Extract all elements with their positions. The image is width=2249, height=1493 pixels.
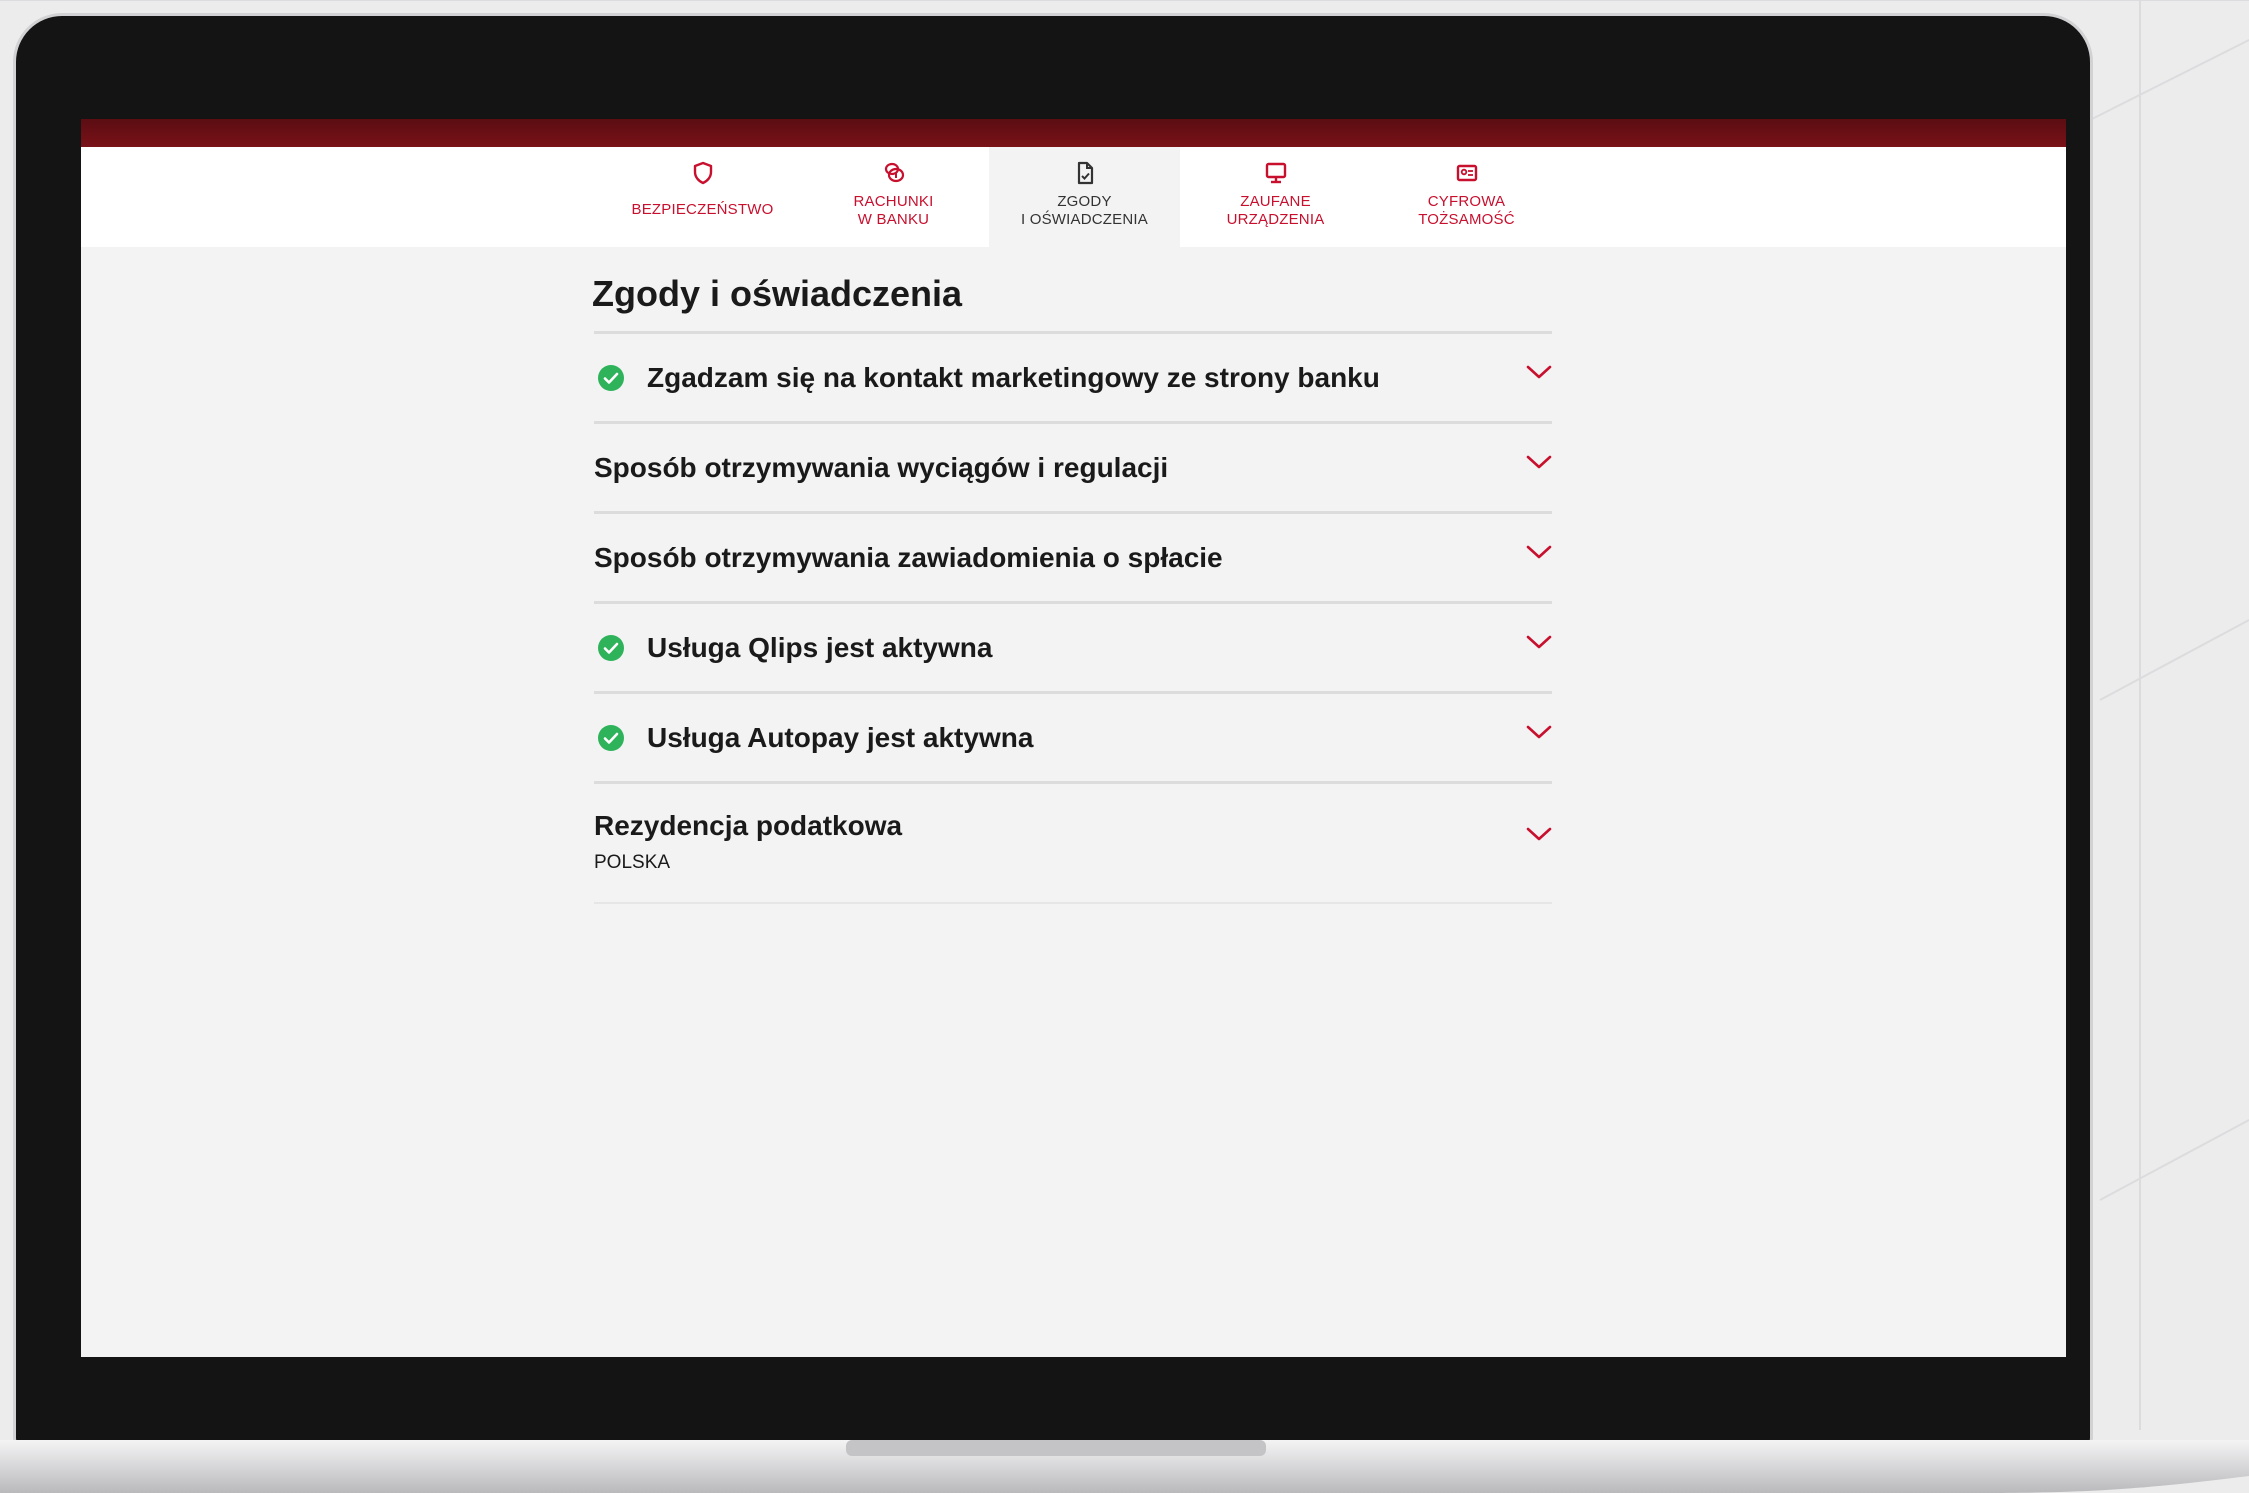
chevron-down-icon[interactable]: [1526, 544, 1552, 560]
laptop-frame: BEZPIECZEŃSTWO RACHUNKI W BANKU ZGODY I …: [16, 16, 2090, 1446]
consent-item-statements[interactable]: Sposób otrzymywania wyciągów i regulacji: [594, 424, 1552, 514]
tab-zgody[interactable]: ZGODY I OŚWIADCZENIA: [989, 147, 1180, 247]
check-circle-icon: [598, 364, 624, 391]
chevron-down-icon[interactable]: [1526, 634, 1552, 650]
consent-item-marketing[interactable]: Zgadzam się na kontakt marketingowy ze s…: [594, 334, 1552, 424]
page-title: Zgody i oświadczenia: [592, 273, 963, 314]
consent-item-label: Sposób otrzymywania zawiadomienia o spła…: [594, 541, 1223, 573]
check-circle-icon: [598, 724, 624, 751]
consent-item-label: Usługa Qlips jest aktywna: [647, 631, 993, 663]
consent-item-label: Usługa Autopay jest aktywna: [647, 721, 1034, 753]
consent-item-autopay[interactable]: Usługa Autopay jest aktywna: [594, 694, 1552, 784]
consents-list: Zgadzam się na kontakt marketingowy ze s…: [594, 331, 1552, 904]
app-screen: BEZPIECZEŃSTWO RACHUNKI W BANKU ZGODY I …: [81, 119, 2066, 1357]
tax-residency-value: POLSKA: [594, 852, 671, 873]
chevron-down-icon[interactable]: [1526, 826, 1552, 842]
consent-item-repayment-notice[interactable]: Sposób otrzymywania zawiadomienia o spła…: [594, 514, 1552, 604]
tab-cyfrowa-tozsamosc[interactable]: CYFROWA TOŻSAMOŚĆ: [1371, 147, 1562, 247]
coins-icon: [884, 162, 904, 183]
monitor-icon: [1265, 162, 1286, 184]
consents-panel: Zgody i oświadczenia Zgadzam się na kont…: [588, 269, 1552, 904]
shield-icon: [693, 161, 712, 185]
settings-nav: BEZPIECZEŃSTWO RACHUNKI W BANKU ZGODY I …: [81, 147, 2066, 247]
id-card-icon: [1456, 164, 1477, 182]
consent-item-label: Sposób otrzymywania wyciągów i regulacji: [594, 451, 1169, 483]
consent-item-label: Rezydencja podatkowa: [594, 810, 903, 841]
tax-residency-content: Rezydencja podatkowa POLSKA: [594, 810, 902, 874]
chevron-down-icon[interactable]: [1526, 454, 1552, 470]
chevron-down-icon[interactable]: [1526, 364, 1552, 380]
tab-rachunki[interactable]: RACHUNKI W BANKU: [798, 147, 989, 247]
consent-item-qlips[interactable]: Usługa Qlips jest aktywna: [594, 604, 1552, 694]
check-circle-icon: [598, 634, 624, 661]
consent-item-label: Zgadzam się na kontakt marketingowy ze s…: [647, 361, 1380, 393]
settings-tabs: BEZPIECZEŃSTWO RACHUNKI W BANKU ZGODY I …: [607, 147, 1562, 247]
laptop-base: [0, 1440, 2249, 1493]
consent-item-tax-residency[interactable]: Rezydencja podatkowa POLSKA: [594, 784, 1552, 904]
tab-zaufane-urzadzenia[interactable]: ZAUFANE URZĄDZENIA: [1180, 147, 1371, 247]
document-icon: [1077, 161, 1093, 185]
tab-bezpieczenstwo[interactable]: BEZPIECZEŃSTWO: [607, 147, 798, 247]
header-stripe: [81, 119, 2066, 147]
chevron-down-icon[interactable]: [1526, 724, 1552, 740]
